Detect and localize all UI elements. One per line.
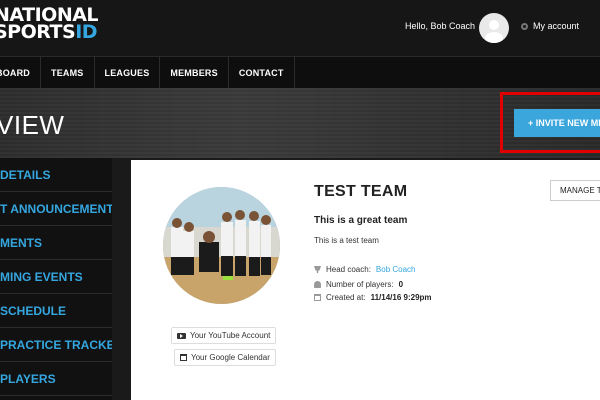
sidebar-item-schedule[interactable]: SCHEDULE (0, 294, 112, 328)
manage-team-button[interactable]: MANAGE TEA (550, 180, 600, 201)
sidebar-item-players[interactable]: PLAYERS (0, 362, 112, 396)
team-name: TEST TEAM (314, 183, 408, 200)
nav-item-teams[interactable]: TEAMS (41, 56, 95, 89)
youtube-icon (177, 332, 186, 339)
site-logo[interactable]: NATIONAL SPORTSID (0, 6, 99, 43)
youtube-account-button[interactable]: Your YouTube Account (171, 327, 277, 344)
nav-item-dashboard[interactable]: BOARD (0, 56, 41, 89)
sidebar-item-comments[interactable]: MENTS (0, 226, 112, 260)
site-header: NATIONAL SPORTSID Hello, Bob Coach My ac… (0, 0, 600, 56)
my-account-link[interactable]: My account (521, 21, 579, 31)
invite-highlight-box (500, 92, 600, 153)
head-coach-link[interactable]: Bob Coach (376, 265, 416, 274)
page-title: VIEW (0, 110, 65, 140)
created-at-value: 11/14/16 9:29pm (370, 293, 432, 302)
sidebar-item-details[interactable]: DETAILS (0, 158, 112, 192)
trophy-icon (314, 266, 321, 273)
nav-item-members[interactable]: MEMBERS (160, 56, 229, 89)
nav-item-leagues[interactable]: LEAGUES (95, 56, 161, 89)
team-photo-image (163, 187, 280, 304)
calendar-label: Your Google Calendar (191, 353, 270, 362)
players-label: Number of players: (326, 280, 394, 289)
sidebar-item-upcoming-events[interactable]: MING EVENTS (0, 260, 112, 294)
my-account-label: My account (533, 21, 580, 31)
team-tagline: This is a great team (314, 215, 408, 226)
players-count: 0 (398, 280, 404, 289)
avatar[interactable] (479, 13, 509, 43)
nav-item-contact[interactable]: CONTACT (229, 56, 295, 89)
sidebar-item-practice-tracker[interactable]: PRACTICE TRACKER (0, 328, 112, 362)
gear-icon (521, 22, 528, 30)
team-card: Your YouTube Account Your Google Calenda… (131, 160, 600, 400)
team-description: This is a test team (314, 236, 379, 245)
logo-accent: ID (75, 21, 98, 43)
head-coach-row: Head coach: Bob Coach (314, 265, 416, 274)
created-label: Created at: (326, 293, 366, 302)
created-at-row: Created at: 11/14/16 9:29pm (314, 293, 432, 302)
main-nav: BOARD TEAMS LEAGUES MEMBERS CONTACT (0, 56, 600, 89)
players-count-row: Number of players: 0 (314, 280, 403, 289)
head-coach-label: Head coach: (326, 265, 371, 274)
logo-line-2: SPORTS (0, 21, 76, 43)
sidebar-item-announcements[interactable]: T ANNOUNCEMENTS (0, 192, 112, 226)
user-avatar-icon (485, 20, 503, 43)
team-photo (163, 187, 280, 304)
youtube-label: Your YouTube Account (190, 331, 271, 340)
calendar-icon (180, 354, 187, 361)
user-icon (314, 281, 321, 288)
team-sidebar: DETAILS T ANNOUNCEMENTS MENTS MING EVENT… (0, 158, 112, 400)
google-calendar-button[interactable]: Your Google Calendar (174, 349, 276, 366)
created-calendar-icon (314, 294, 321, 301)
user-greeting: Hello, Bob Coach (405, 21, 476, 31)
